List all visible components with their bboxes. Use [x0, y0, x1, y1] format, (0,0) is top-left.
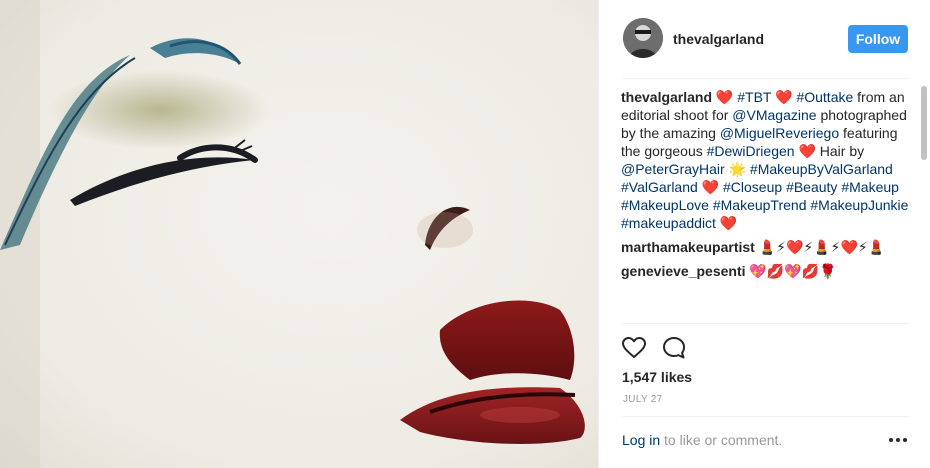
hashtag-outtake[interactable]: #Outtake: [796, 89, 853, 105]
heart-emoji: ❤️: [715, 89, 734, 105]
heart-emoji: ❤️: [701, 179, 720, 195]
heart-emoji: ❤️: [775, 89, 793, 105]
star-emoji: 🌟: [728, 161, 747, 177]
divider: [623, 416, 909, 417]
caption-text: Hair by: [819, 143, 865, 159]
scrollbar-thumb[interactable]: [921, 86, 927, 160]
login-prompt: Log in to like or comment.: [622, 432, 782, 448]
hashtag-makeuplove[interactable]: #MakeupLove: [621, 197, 709, 213]
heart-emoji: ❤️: [719, 215, 738, 231]
mention-petergrayhair[interactable]: @PeterGrayHair: [621, 161, 725, 177]
comment-username[interactable]: genevieve_pesenti: [621, 263, 746, 279]
comment-item: marthamakeupartist 💄⚡❤️⚡💄⚡❤️⚡💄: [621, 238, 911, 256]
hashtag-dewidriegen[interactable]: #DewiDriegen: [707, 143, 795, 159]
mention-miguelreveriego[interactable]: @MiguelReveriego: [720, 125, 839, 141]
comment-text: 💖💋💖💋🌹: [749, 263, 837, 279]
post-header: thevalgarland Follow: [599, 0, 930, 78]
login-link[interactable]: Log in: [622, 432, 660, 448]
caption-username[interactable]: thevalgarland: [621, 89, 712, 105]
comment-username[interactable]: marthamakeupartist: [621, 239, 755, 255]
hashtag-makeuptrend[interactable]: #MakeupTrend: [713, 197, 807, 213]
mention-vmagazine[interactable]: @VMagazine: [732, 107, 816, 123]
heart-emoji: ❤️: [798, 143, 816, 159]
follow-button[interactable]: Follow: [848, 25, 908, 53]
divider: [623, 323, 909, 324]
hashtag-tbt[interactable]: #TBT: [737, 89, 771, 105]
post-username[interactable]: thevalgarland: [673, 31, 764, 47]
comment-list: thevalgarland ❤️ #TBT ❤️ #Outtake from a…: [621, 88, 911, 322]
comment-text: 💄⚡❤️⚡💄⚡❤️⚡💄: [758, 239, 886, 255]
comment-item: genevieve_pesenti 💖💋💖💋🌹: [621, 262, 911, 280]
comments-scrollbar[interactable]: [921, 86, 927, 320]
speech-bubble-icon[interactable]: [661, 335, 687, 361]
divider: [623, 78, 909, 79]
hashtag-closeup[interactable]: #Closeup: [723, 179, 782, 195]
login-prompt-text: to like or comment.: [660, 432, 783, 448]
ellipsis-icon[interactable]: [887, 433, 909, 447]
caption: thevalgarland ❤️ #TBT ❤️ #Outtake from a…: [621, 88, 911, 232]
hashtag-makeup[interactable]: #Makeup: [841, 179, 899, 195]
hashtag-beauty[interactable]: #Beauty: [786, 179, 837, 195]
hashtag-valgarland[interactable]: #ValGarland: [621, 179, 698, 195]
avatar[interactable]: [623, 18, 663, 58]
post-photo: [0, 0, 598, 468]
likes-count[interactable]: 1,547 likes: [622, 369, 692, 385]
post-sidebar: thevalgarland Follow thevalgarland ❤️ #T…: [598, 0, 930, 468]
post-date: JULY 27: [623, 394, 663, 405]
hashtag-makeupjunkie[interactable]: #MakeupJunkie: [810, 197, 908, 213]
hashtag-makeupbyvalgarland[interactable]: #MakeupByValGarland: [750, 161, 893, 177]
heart-outline-icon[interactable]: [621, 335, 647, 361]
hashtag-makeupaddict[interactable]: #makeupaddict: [621, 215, 716, 231]
